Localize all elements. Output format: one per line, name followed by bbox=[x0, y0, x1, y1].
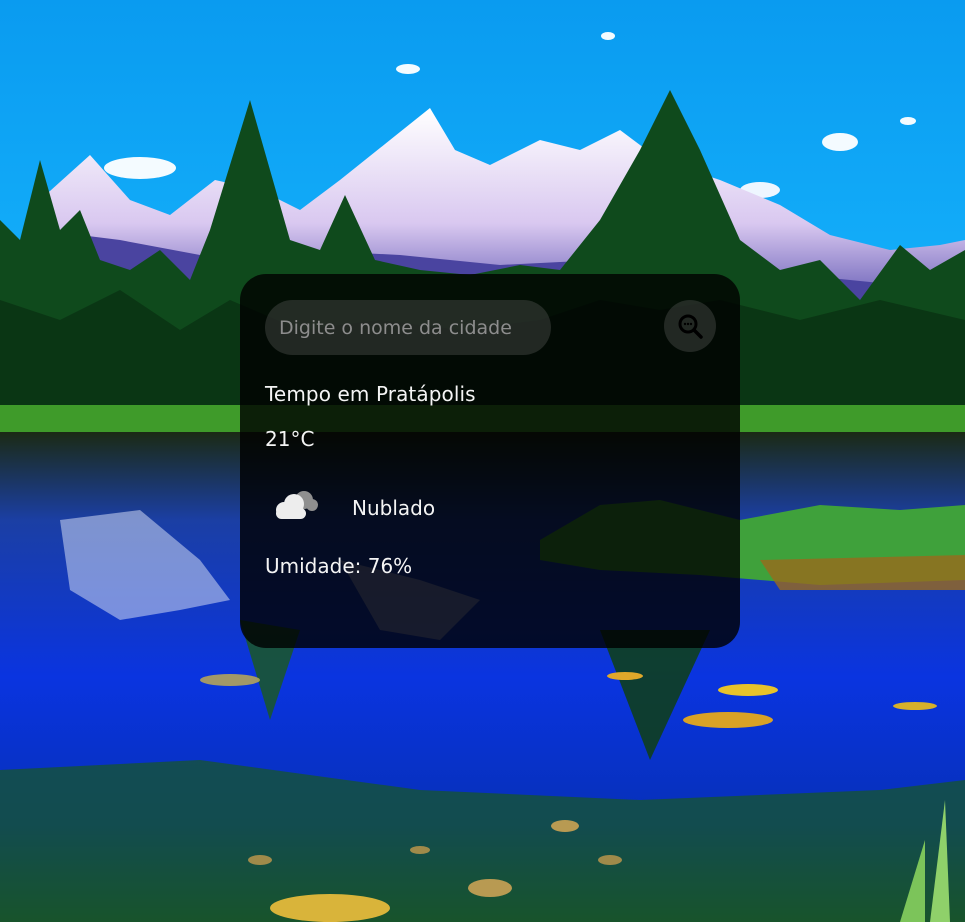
search-button[interactable] bbox=[664, 300, 716, 352]
weather-description: Nublado bbox=[352, 496, 436, 520]
temperature: 21°C bbox=[265, 427, 315, 451]
magnifier-icon bbox=[676, 312, 704, 340]
humidity-label: Umidade: 76% bbox=[265, 554, 413, 578]
city-title: Tempo em Pratápolis bbox=[265, 382, 476, 406]
cloud-icon bbox=[270, 486, 320, 526]
weather-card: Tempo em Pratápolis 21°C Nublado Umidade… bbox=[240, 274, 740, 648]
city-search-input[interactable] bbox=[265, 300, 551, 355]
